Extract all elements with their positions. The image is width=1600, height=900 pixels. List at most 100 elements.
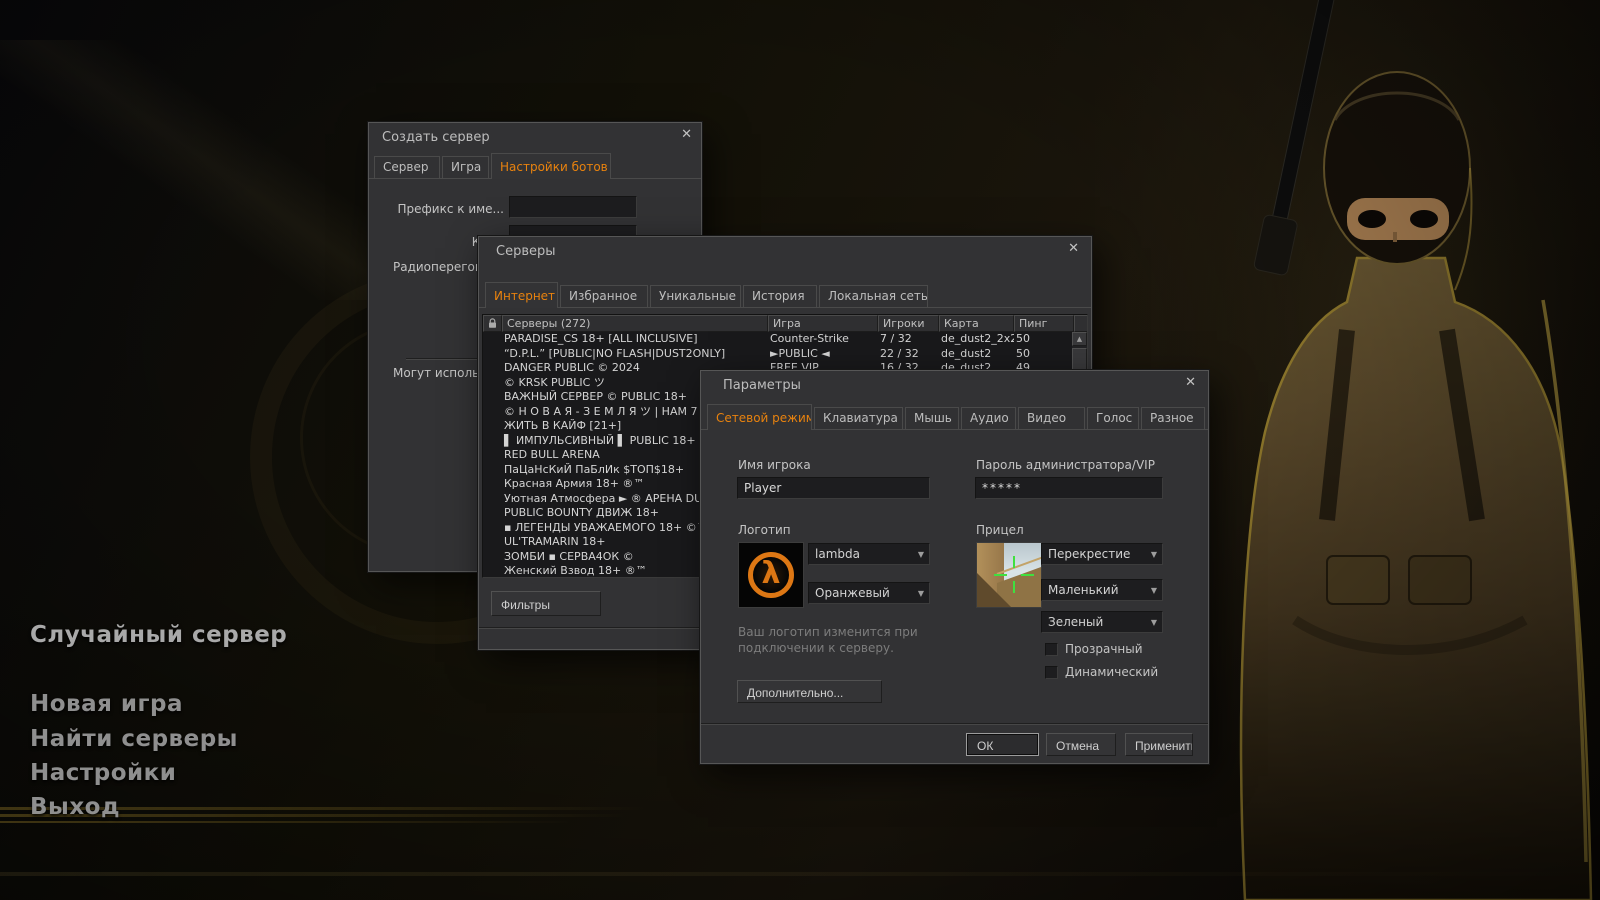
tabs-divider bbox=[479, 307, 1091, 308]
advanced-button[interactable]: Дополнительно... bbox=[737, 680, 882, 703]
transparent-checkbox-label: Прозрачный bbox=[1065, 642, 1143, 656]
options-dialog: Параметры ✕ Сетевой режимКлавиатураМышьА… bbox=[700, 370, 1209, 764]
row-lock-cell bbox=[483, 463, 502, 478]
chevron-down-icon: ▼ bbox=[913, 550, 929, 559]
footer-divider bbox=[701, 723, 1208, 725]
admin-password-label: Пароль администратора/VIP bbox=[976, 458, 1155, 472]
crosshair-color-select[interactable]: Зеленый ▼ bbox=[1041, 611, 1163, 633]
dynamic-checkbox-label: Динамический bbox=[1065, 665, 1158, 679]
scrollbar-header-stub bbox=[1074, 315, 1088, 332]
crosshair-type-value: Перекрестие bbox=[1042, 547, 1146, 561]
row-map-cell: de_dust2_2x2 bbox=[939, 332, 1014, 347]
options-dialog-title: Параметры bbox=[723, 378, 801, 393]
servers-tabs-tab-4[interactable]: Локальная сеть bbox=[819, 285, 928, 307]
dynamic-checkbox[interactable] bbox=[1045, 666, 1058, 679]
row-lock-cell bbox=[483, 347, 502, 362]
logo-style-value: lambda bbox=[809, 547, 913, 561]
servers-tabs-tab-2[interactable]: Уникальные bbox=[650, 285, 741, 307]
servers-tabs-tab-0[interactable]: Интернет bbox=[485, 282, 558, 308]
create-server-dialog-title: Создать сервер bbox=[382, 130, 490, 145]
server-table-header: Серверы (272) Игра Игроки Карта Пинг bbox=[483, 315, 1087, 332]
logo-label: Логотип bbox=[738, 523, 791, 537]
ok-button[interactable]: ОК bbox=[966, 733, 1039, 756]
crosshair-type-select[interactable]: Перекрестие ▼ bbox=[1041, 543, 1163, 565]
options-tabs-tab-2[interactable]: Мышь bbox=[905, 407, 959, 429]
options-tabs-tab-4[interactable]: Видео bbox=[1018, 407, 1085, 429]
players-column-header[interactable]: Игроки bbox=[878, 315, 939, 332]
ping-column-header[interactable]: Пинг bbox=[1014, 315, 1074, 332]
main-menu-item-0[interactable]: Случайный сервер bbox=[30, 622, 287, 648]
background-stripe bbox=[0, 821, 600, 823]
row-lock-cell bbox=[483, 521, 502, 536]
prefix-label: Префикс к име... bbox=[394, 202, 504, 216]
crosshair-label: Прицел bbox=[976, 523, 1024, 537]
filters-button[interactable]: Фильтры bbox=[491, 591, 601, 616]
map-column-header[interactable]: Карта bbox=[939, 315, 1014, 332]
row-name-cell: “D.P.L.” [PUBLIC|NO FLASH|DUST2ONLY] bbox=[502, 347, 768, 362]
crosshair-bottom-line bbox=[1013, 581, 1015, 593]
crosshair-size-select[interactable]: Маленький ▼ bbox=[1041, 579, 1163, 601]
scroll-up-icon[interactable]: ▲ bbox=[1072, 332, 1087, 346]
create-tabs-tab-2[interactable]: Настройки ботов bbox=[491, 153, 611, 179]
close-icon[interactable]: ✕ bbox=[681, 128, 692, 142]
table-row[interactable]: “D.P.L.” [PUBLIC|NO FLASH|DUST2ONLY]►PUB… bbox=[483, 347, 1072, 362]
chevron-down-icon: ▼ bbox=[1146, 550, 1162, 559]
chevron-down-icon: ▼ bbox=[1146, 586, 1162, 595]
player-name-input[interactable] bbox=[737, 477, 930, 499]
row-lock-cell bbox=[483, 535, 502, 550]
row-lock-cell bbox=[483, 376, 502, 391]
servers-tabs-tab-1[interactable]: Избранное bbox=[560, 285, 648, 307]
table-row[interactable]: PARADISE_CS 18+ [ALL INCLUSIVE]Counter-S… bbox=[483, 332, 1072, 347]
servers-dialog-title: Серверы bbox=[496, 244, 556, 259]
logo-style-select[interactable]: lambda ▼ bbox=[808, 543, 930, 565]
game-column-header[interactable]: Игра bbox=[768, 315, 878, 332]
options-tabs-tab-6[interactable]: Разное bbox=[1141, 407, 1205, 429]
transparent-checkbox[interactable] bbox=[1045, 643, 1058, 656]
lock-column-header[interactable] bbox=[483, 315, 502, 332]
options-tabs-tab-1[interactable]: Клавиатура bbox=[814, 407, 903, 429]
main-menu-item-1[interactable]: Новая игра bbox=[30, 691, 183, 717]
options-tabs-tab-3[interactable]: Аудио bbox=[961, 407, 1016, 429]
row-map-cell: de_dust2 bbox=[939, 347, 1014, 362]
scrollbar-thumb[interactable] bbox=[1072, 348, 1087, 370]
screen: Случайный сервер Новая игра Найти серверы Н… bbox=[0, 0, 1600, 900]
create-tabs-tab-1[interactable]: Игра bbox=[442, 156, 489, 178]
crosshair-size-value: Маленький bbox=[1042, 583, 1146, 597]
row-ping-cell: 50 bbox=[1014, 347, 1072, 362]
row-lock-cell bbox=[483, 361, 502, 376]
options-tabs-tab-5[interactable]: Голос bbox=[1087, 407, 1139, 429]
cancel-button[interactable]: Отмена bbox=[1046, 733, 1116, 756]
background-bottom-glow bbox=[0, 872, 1600, 876]
row-lock-cell bbox=[483, 492, 502, 507]
logo-color-select[interactable]: Оранжевый ▼ bbox=[808, 582, 930, 604]
row-lock-cell bbox=[483, 434, 502, 449]
chevron-down-icon: ▼ bbox=[1146, 618, 1162, 627]
apply-button[interactable]: Применить bbox=[1125, 733, 1193, 756]
lambda-glyph: λ bbox=[762, 559, 781, 589]
logo-preview: λ bbox=[738, 542, 804, 608]
servers-column-header[interactable]: Серверы (272) bbox=[502, 315, 768, 332]
close-icon[interactable]: ✕ bbox=[1068, 242, 1079, 256]
main-menu-item-2[interactable]: Найти серверы bbox=[30, 726, 238, 752]
prefix-input[interactable] bbox=[509, 196, 637, 218]
options-tabs-tab-0[interactable]: Сетевой режим bbox=[707, 404, 812, 430]
crosshair-color-value: Зеленый bbox=[1042, 615, 1146, 629]
row-lock-cell bbox=[483, 419, 502, 434]
create-tabs-tab-0[interactable]: Сервер bbox=[374, 156, 440, 178]
admin-password-input[interactable] bbox=[975, 477, 1163, 499]
row-players-cell: 7 / 32 bbox=[878, 332, 939, 347]
row-name-cell: PARADISE_CS 18+ [ALL INCLUSIVE] bbox=[502, 332, 768, 347]
radio-label: Радиоперегов bbox=[393, 260, 482, 274]
main-menu-item-4[interactable]: Выход bbox=[30, 794, 120, 820]
close-icon[interactable]: ✕ bbox=[1185, 376, 1196, 390]
logo-color-value: Оранжевый bbox=[809, 586, 913, 600]
row-lock-cell bbox=[483, 448, 502, 463]
servers-tabs-tab-3[interactable]: История bbox=[743, 285, 817, 307]
row-game-cell: ►PUBLIC ◄ bbox=[768, 347, 878, 362]
main-menu-item-3[interactable]: Настройки bbox=[30, 760, 176, 786]
create-server-tabs: СерверИграНастройки ботов bbox=[374, 152, 611, 178]
crosshair-preview bbox=[976, 542, 1042, 608]
row-game-cell: Counter-Strike bbox=[768, 332, 878, 347]
row-lock-cell bbox=[483, 332, 502, 347]
row-lock-cell bbox=[483, 506, 502, 521]
